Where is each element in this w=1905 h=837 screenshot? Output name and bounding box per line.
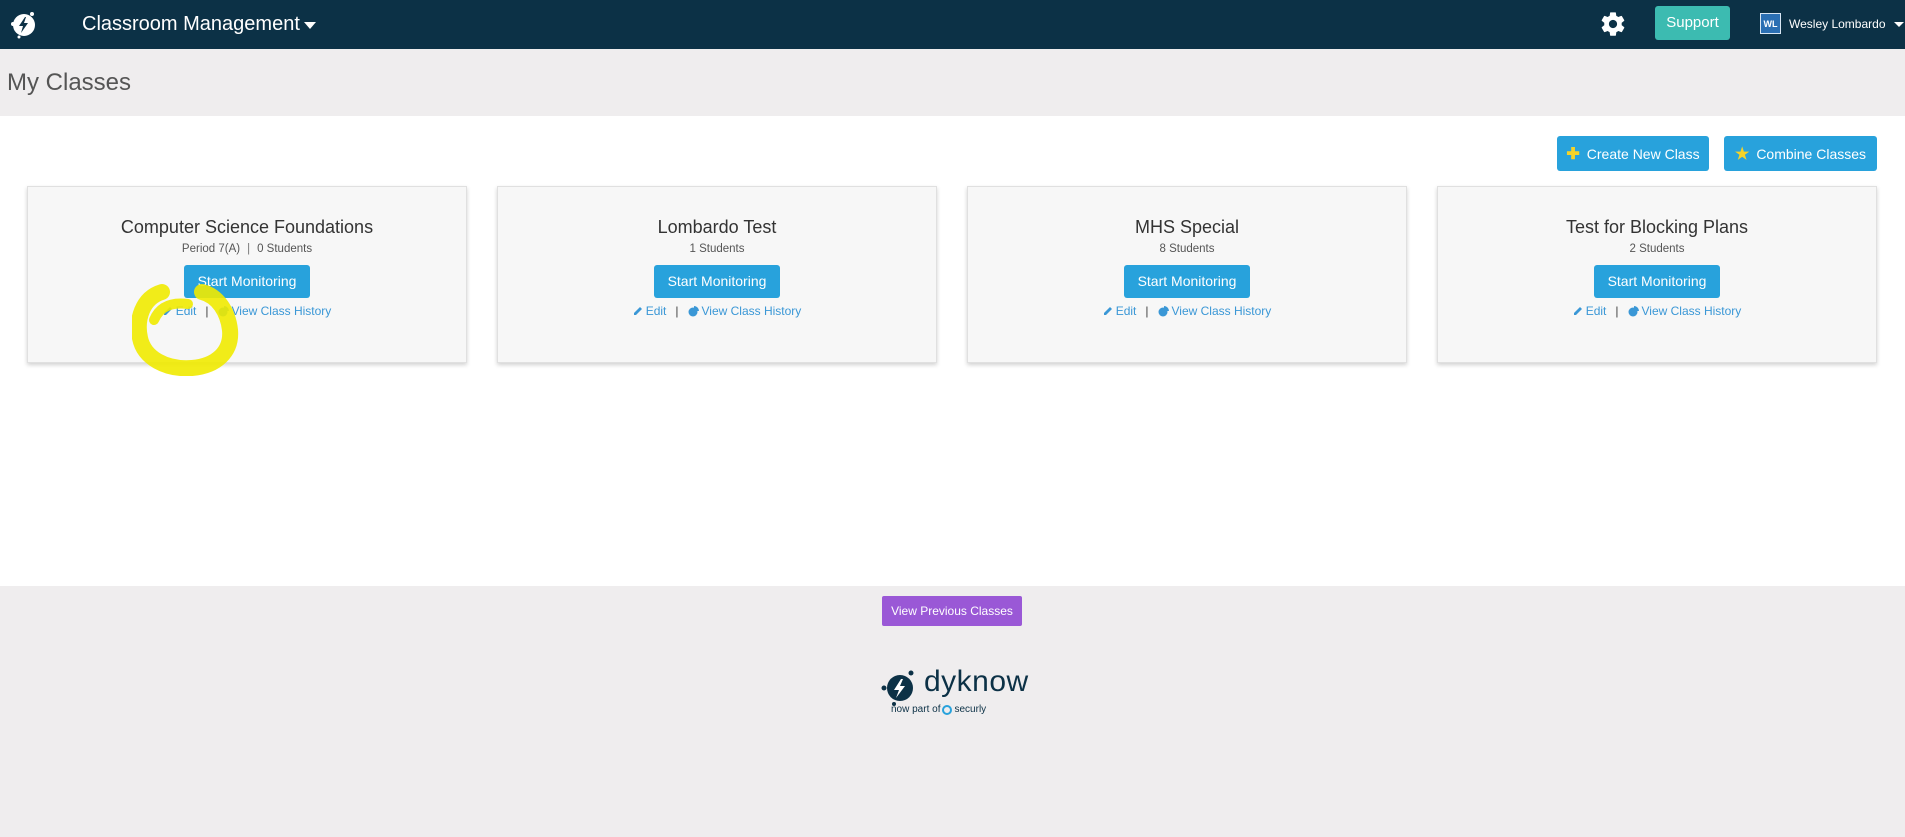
user-name: Wesley Lombardo (1789, 16, 1886, 31)
pie-chart-icon (1628, 305, 1639, 316)
brand-logo: dyknow now part of securly (878, 665, 1029, 718)
class-meta: 1 Students (498, 243, 936, 258)
edit-label: Edit (1585, 304, 1607, 318)
edit-label: Edit (175, 304, 197, 318)
brand-tagline: now part of securly (891, 704, 986, 715)
plus-icon: ✚ (1566, 145, 1580, 163)
chevron-down-icon (1893, 22, 1904, 27)
class-title: MHS Special (1134, 217, 1240, 237)
card-links: Edit | View Class History (498, 304, 936, 318)
app-menu-label: Classroom Management (82, 13, 300, 35)
pie-chart-icon (688, 305, 699, 316)
edit-link[interactable]: Edit (1573, 304, 1607, 318)
chevron-down-icon (303, 21, 316, 29)
separator: | (1145, 304, 1149, 318)
user-menu[interactable]: WL Wesley Lombardo (1760, 13, 1904, 34)
main-content: ✚ Create New Class ★ Combine Classes Com… (0, 116, 1905, 586)
top-bar: Classroom Management Support WL Wesley L… (0, 0, 1905, 49)
title-strip: My Classes (0, 49, 1905, 116)
card-links: Edit | View Class History (968, 304, 1406, 318)
edit-link[interactable]: Edit (633, 304, 667, 318)
securly-icon (942, 704, 953, 715)
pencil-icon (1103, 307, 1112, 315)
page-title: My Classes (7, 69, 132, 96)
view-history-label: View Class History (1171, 304, 1272, 318)
class-card: Computer Science Foundations Period 7(A)… (27, 186, 467, 363)
avatar: WL (1760, 13, 1781, 34)
create-class-button[interactable]: ✚ Create New Class (1557, 136, 1709, 171)
pencil-icon (1573, 307, 1582, 315)
card-links: Edit | View Class History (28, 304, 466, 318)
separator: | (247, 243, 251, 255)
edit-label: Edit (645, 304, 667, 318)
class-card: Test for Blocking Plans 2 Students Start… (1437, 186, 1877, 363)
class-card: MHS Special 8 Students Start Monitoring … (967, 186, 1407, 363)
class-title: Test for Blocking Plans (1565, 217, 1749, 237)
view-history-link[interactable]: View Class History (1628, 304, 1742, 318)
class-period: Period 7(A) (181, 243, 241, 255)
start-monitoring-button[interactable]: Start Monitoring (1124, 265, 1250, 298)
brand-partner: securly (954, 704, 987, 715)
gear-icon[interactable] (1599, 10, 1627, 38)
edit-link[interactable]: Edit (1103, 304, 1137, 318)
class-students: 2 Students (1629, 243, 1685, 255)
pencil-icon (163, 307, 172, 315)
pencil-icon (633, 307, 642, 315)
class-meta: Period 7(A) | 0 Students (28, 243, 466, 258)
app-menu[interactable]: Classroom Management (82, 11, 316, 37)
create-class-label: Create New Class (1586, 145, 1700, 162)
start-monitoring-button[interactable]: Start Monitoring (654, 265, 780, 298)
view-history-link[interactable]: View Class History (1158, 304, 1272, 318)
class-title: Computer Science Foundations (120, 217, 374, 237)
brand-name: dyknow (924, 665, 1029, 698)
combine-classes-button[interactable]: ★ Combine Classes (1724, 136, 1877, 171)
start-monitoring-button[interactable]: Start Monitoring (1594, 265, 1720, 298)
view-history-label: View Class History (701, 304, 802, 318)
class-students: 1 Students (689, 243, 745, 255)
view-history-link[interactable]: View Class History (218, 304, 332, 318)
class-students: 0 Students (257, 243, 313, 255)
combine-classes-label: Combine Classes (1756, 145, 1867, 162)
class-meta: 2 Students (1438, 243, 1876, 258)
star-icon: ★ (1734, 145, 1750, 163)
class-students: 8 Students (1159, 243, 1215, 255)
view-history-link[interactable]: View Class History (688, 304, 802, 318)
separator: | (1615, 304, 1619, 318)
support-button[interactable]: Support (1655, 6, 1730, 40)
start-monitoring-button[interactable]: Start Monitoring (184, 265, 310, 298)
separator: | (205, 304, 209, 318)
class-card: Lombardo Test 1 Students Start Monitorin… (497, 186, 937, 363)
pie-chart-icon (1158, 305, 1169, 316)
edit-link[interactable]: Edit (163, 304, 197, 318)
class-meta: 8 Students (968, 243, 1406, 258)
edit-label: Edit (1115, 304, 1137, 318)
logo-icon (881, 670, 914, 706)
view-history-label: View Class History (231, 304, 332, 318)
pie-chart-icon (218, 305, 229, 316)
view-history-label: View Class History (1641, 304, 1742, 318)
logo-icon[interactable] (7, 8, 41, 42)
brand-tagline-prefix: now part of (891, 704, 941, 715)
card-links: Edit | View Class History (1438, 304, 1876, 318)
separator: | (675, 304, 679, 318)
class-title: Lombardo Test (657, 217, 777, 237)
view-previous-classes-button[interactable]: View Previous Classes (882, 596, 1022, 626)
